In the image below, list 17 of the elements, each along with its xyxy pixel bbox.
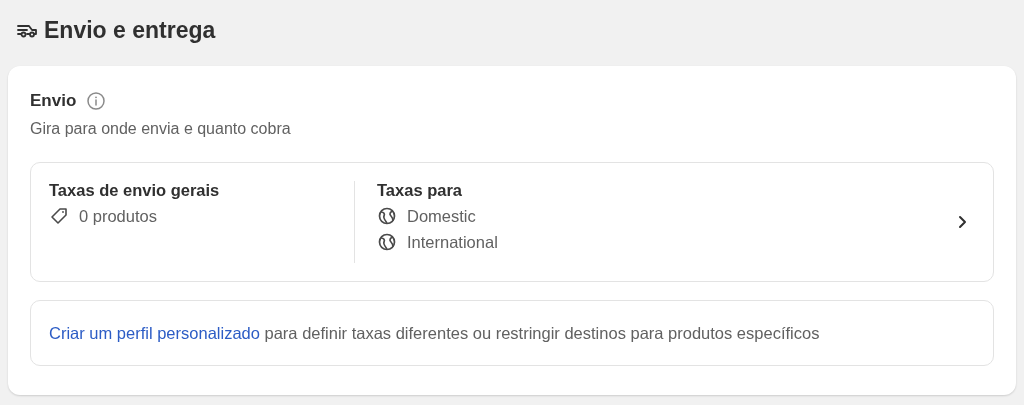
truck-icon <box>16 22 38 38</box>
chevron-right-icon <box>957 215 967 229</box>
zone-name: Domestic <box>407 206 476 226</box>
info-icon[interactable] <box>86 91 107 111</box>
product-count: 0 produtos <box>79 206 157 226</box>
tag-icon <box>49 206 69 226</box>
page-title: Envio e entrega <box>44 16 216 44</box>
section-description: Gira para onde envia e quanto cobra <box>30 120 292 138</box>
section-title: Envio <box>30 91 77 111</box>
profile-title: Taxas de envio gerais <box>49 181 221 200</box>
zone-name: International <box>407 232 498 252</box>
create-profile-link[interactable]: Criar um perfil personalizado <box>49 323 260 342</box>
rates-label: Taxas para <box>377 181 463 200</box>
custom-profile-text: Criar um perfil personalizado para definir taxas diferentes ou restringir destinos para produtos específicos <box>49 323 820 343</box>
globe-icon <box>377 206 397 226</box>
globe-icon <box>377 232 397 252</box>
shipping-profile-row[interactable]: Taxas de envio gerais 0 produtos Taxas para Domestic International <box>30 162 994 282</box>
